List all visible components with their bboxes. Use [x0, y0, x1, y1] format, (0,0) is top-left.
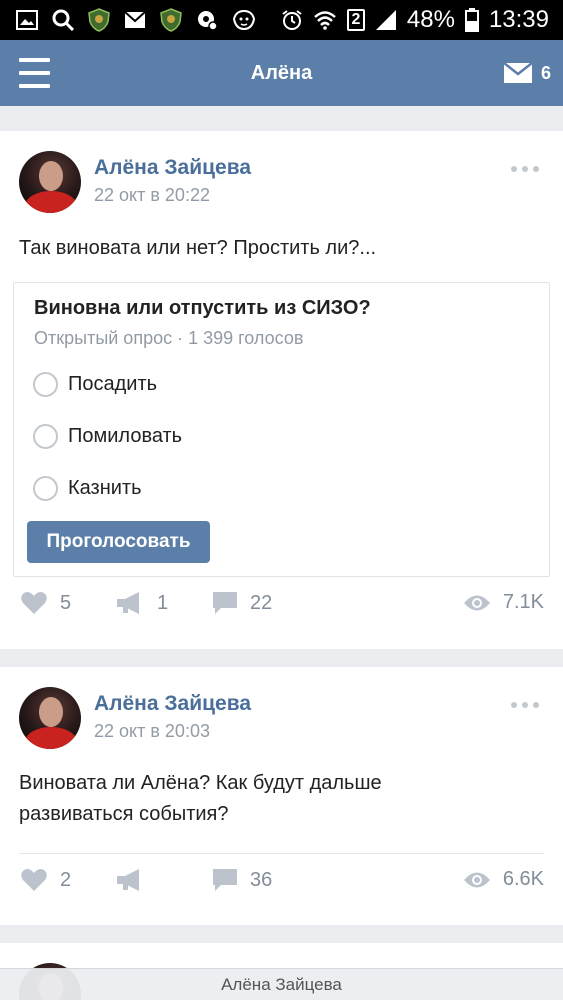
poll-option[interactable]: Помиловать — [33, 424, 182, 449]
wall-post: Алёна Зайцева 22 окт в 20:22 Так виноват… — [0, 131, 563, 649]
poll-question: Виновна или отпустить из СИЗО? — [34, 297, 371, 319]
sim-indicator: 2 — [346, 9, 365, 31]
eye-icon — [463, 594, 491, 612]
poll-option[interactable]: Казнить — [33, 476, 142, 501]
divider — [19, 853, 544, 854]
comment-icon — [212, 591, 238, 615]
signal-icon — [375, 9, 397, 31]
messages-count: 6 — [540, 62, 551, 83]
avatar[interactable] — [19, 151, 81, 213]
radio-button[interactable] — [33, 372, 58, 397]
comment-count: 22 — [250, 591, 273, 614]
mail-icon — [124, 11, 146, 29]
like-button[interactable]: 5 — [20, 591, 71, 615]
post-date[interactable]: 22 окт в 20:22 — [94, 185, 210, 206]
more-options-icon[interactable] — [511, 165, 539, 173]
radio-button[interactable] — [33, 476, 58, 501]
envelope-icon — [503, 62, 533, 84]
poll-option[interactable]: Посадить — [33, 372, 157, 397]
post-actions: 5 1 22 7.1K — [0, 591, 563, 631]
alarm-icon — [281, 9, 303, 31]
views-count: 6.6K — [502, 868, 544, 890]
settings-icon — [196, 9, 218, 31]
heart-icon — [20, 868, 48, 892]
views-counter: 6.6K — [463, 868, 544, 891]
like-button[interactable]: 2 — [20, 868, 71, 892]
status-bar: 2 48% 13:39 — [0, 0, 563, 40]
megaphone-icon — [115, 868, 145, 892]
wall-post: Алёна Зайцева 22 окт в 20:03 Виновата ли… — [0, 667, 563, 925]
battery-icon — [464, 8, 479, 32]
poll-option-label: Посадить — [68, 373, 158, 395]
page-title: Алёна — [250, 62, 313, 84]
vote-button[interactable]: Проголосовать — [27, 521, 210, 563]
bottom-name-bar: Алёна Зайцева — [0, 968, 563, 1000]
post-text: Виновата ли Алёна? Как будут дальше разв… — [19, 768, 539, 830]
lion-app-icon — [232, 9, 256, 31]
battery-percent: 48% — [406, 6, 455, 33]
shield-app-icon — [88, 8, 110, 32]
poll-option-label: Помиловать — [68, 425, 183, 447]
like-count: 5 — [60, 591, 72, 614]
poll: Виновна или отпустить из СИЗО? Открытый … — [13, 282, 550, 577]
post-author[interactable]: Алёна Зайцева — [94, 692, 251, 716]
search-icon — [52, 9, 74, 31]
views-counter: 7.1K — [463, 591, 544, 614]
image-icon — [16, 10, 38, 30]
wifi-icon — [313, 10, 337, 30]
radio-button[interactable] — [33, 424, 58, 449]
comment-icon — [212, 868, 238, 892]
eye-icon — [463, 871, 491, 889]
poll-option-label: Казнить — [68, 477, 142, 499]
views-count: 7.1K — [502, 591, 544, 613]
clock: 13:39 — [488, 6, 549, 33]
comment-count: 36 — [250, 868, 273, 891]
post-actions: 2 36 6.6K — [0, 868, 563, 908]
post-text: Так виновата или нет? Простить ли?... — [19, 237, 377, 259]
comment-button[interactable]: 22 — [212, 591, 272, 615]
post-author[interactable]: Алёна Зайцева — [94, 156, 251, 180]
megaphone-icon — [115, 591, 145, 615]
post-text-line: развиваться события? — [19, 803, 229, 825]
poll-meta: Открытый опрос · 1 399 голосов — [34, 328, 304, 348]
post-date[interactable]: 22 окт в 20:03 — [94, 721, 210, 742]
like-count: 2 — [60, 868, 72, 891]
app-header: Алёна 6 — [0, 40, 563, 106]
avatar[interactable] — [19, 687, 81, 749]
repost-button[interactable]: 1 — [115, 591, 168, 615]
repost-count: 1 — [157, 591, 169, 614]
repost-button[interactable] — [115, 868, 157, 892]
comment-button[interactable]: 36 — [212, 868, 272, 892]
shield-app-icon — [160, 8, 182, 32]
messages-button[interactable]: 6 — [503, 40, 551, 106]
heart-icon — [20, 591, 48, 615]
post-text-line: Виновата ли Алёна? Как будут дальше — [19, 772, 382, 794]
more-options-icon[interactable] — [511, 701, 539, 709]
